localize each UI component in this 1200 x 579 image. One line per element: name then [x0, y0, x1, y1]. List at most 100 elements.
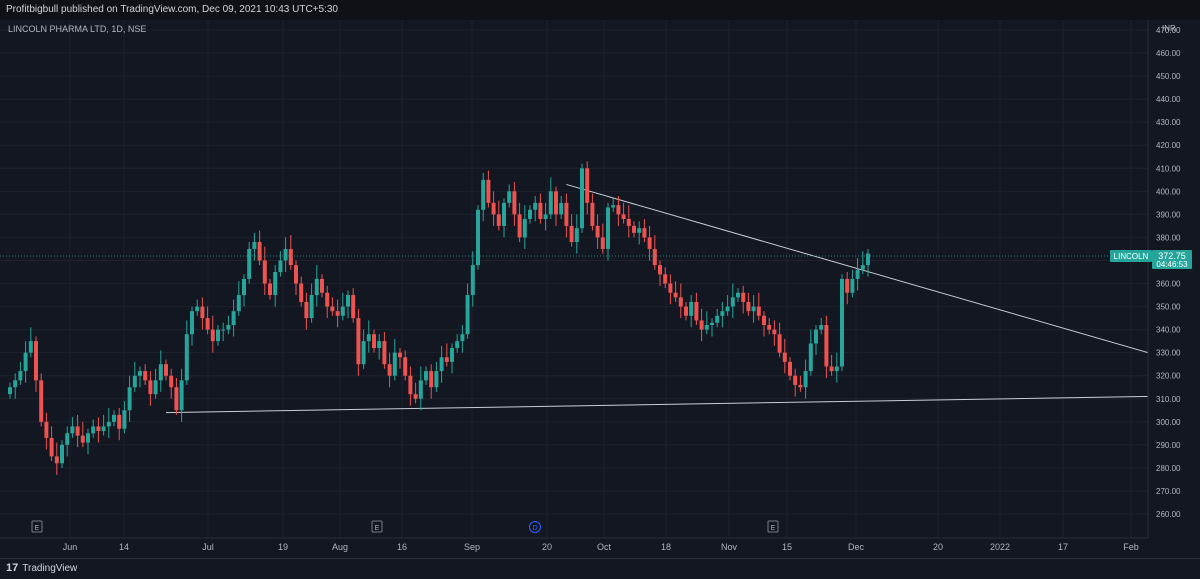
- candle-body: [600, 237, 605, 249]
- candle-body: [476, 209, 480, 266]
- candle-body: [340, 306, 345, 316]
- candle-body: [325, 292, 330, 307]
- event-marker-label: E: [35, 525, 40, 532]
- candle-body: [403, 357, 408, 376]
- candle-body: [678, 297, 683, 307]
- candle-body: [715, 315, 720, 323]
- candle-body: [184, 334, 189, 381]
- x-tick-label: Dec: [848, 542, 865, 552]
- candle-body: [621, 214, 626, 219]
- candle-body: [673, 292, 678, 298]
- candle-body: [548, 191, 553, 215]
- candle-body: [803, 371, 808, 388]
- candle-body: [257, 242, 262, 261]
- x-tick-label: 14: [119, 542, 129, 552]
- published-header: Profitbigbull published on TradingView.c…: [0, 0, 1200, 20]
- x-tick-label: Feb: [1123, 542, 1139, 552]
- candle-body: [580, 168, 584, 229]
- candle-body: [418, 380, 423, 399]
- y-tick-label: 460.00: [1156, 49, 1181, 58]
- candle-body: [850, 278, 855, 293]
- candlestick-chart[interactable]: 470.00460.00450.00440.00430.00420.00410.…: [0, 20, 1200, 558]
- candle-body: [101, 426, 106, 432]
- candle-body: [522, 218, 527, 238]
- grid: [0, 20, 1148, 538]
- candle-body: [720, 311, 725, 316]
- candle-body: [96, 426, 101, 432]
- x-tick-label: 20: [933, 542, 943, 552]
- candle-body: [751, 306, 756, 312]
- candle-body: [80, 435, 85, 443]
- tradingview-logo-icon: 17: [6, 562, 19, 574]
- candle-body: [262, 260, 267, 284]
- candle-body: [782, 352, 787, 362]
- tradingview-logo[interactable]: 17 TradingView: [6, 562, 77, 574]
- candle-body: [216, 329, 220, 342]
- candle-body: [283, 248, 288, 261]
- x-tick-label: 2022: [990, 542, 1010, 552]
- candle-body: [444, 357, 449, 362]
- candle-body: [361, 341, 366, 365]
- candle-body: [632, 225, 636, 233]
- y-tick-label: 350.00: [1156, 303, 1181, 312]
- candle-body: [424, 371, 428, 381]
- candle-body: [528, 209, 532, 219]
- x-tick-label: 16: [397, 542, 407, 552]
- event-marker-label: E: [375, 525, 380, 532]
- candle-body: [652, 248, 657, 266]
- candle-body: [268, 283, 272, 296]
- candle-body: [616, 205, 621, 215]
- candle-body: [481, 179, 486, 210]
- y-tick-label: 290.00: [1156, 441, 1181, 450]
- candle-body: [611, 205, 616, 208]
- y-tick-label: 380.00: [1156, 233, 1181, 242]
- candle-body: [689, 301, 694, 316]
- candle-body: [226, 325, 231, 330]
- candle-body: [320, 278, 324, 293]
- y-tick-label: 330.00: [1156, 349, 1181, 358]
- candle-body: [23, 352, 28, 372]
- candle-body: [210, 329, 215, 342]
- candle-body: [372, 334, 376, 349]
- candle-body: [382, 341, 387, 365]
- y-tick-label: 300.00: [1156, 418, 1181, 427]
- candle-body: [824, 325, 829, 367]
- candle-body: [585, 168, 590, 203]
- candle-body: [366, 334, 371, 342]
- x-tick-label: Jun: [63, 542, 78, 552]
- candle-body: [273, 272, 278, 296]
- candle-body: [299, 283, 304, 302]
- candle-body: [569, 225, 574, 243]
- time-axis: Jun 14 Jul 19 Aug 16 Sep 20 Oct 18 Nov 15 Dec 20 2022 1…: [63, 542, 1139, 552]
- candle-body: [112, 414, 116, 422]
- candle-body: [559, 202, 564, 215]
- candle-body: [595, 225, 600, 238]
- candle-body: [231, 311, 236, 326]
- candle-body: [450, 348, 454, 362]
- candle-body: [470, 265, 475, 296]
- candle-body: [314, 278, 319, 296]
- candle-body: [351, 295, 356, 319]
- candle-body: [288, 248, 293, 266]
- y-tick-label: 280.00: [1156, 464, 1181, 473]
- candle-body: [304, 301, 309, 319]
- candle-body: [91, 426, 96, 434]
- candle-body: [434, 371, 439, 388]
- candle-body: [845, 278, 850, 293]
- candle-body: [190, 311, 194, 335]
- candle-body: [106, 421, 111, 427]
- candle-body: [725, 306, 730, 312]
- candle-body: [819, 325, 824, 330]
- candle-body: [236, 295, 241, 312]
- candle-body: [507, 191, 512, 203]
- candle-body: [49, 437, 54, 457]
- y-tick-label: 400.00: [1156, 187, 1181, 196]
- x-tick-label: 18: [661, 542, 671, 552]
- x-tick-label: Jul: [202, 542, 214, 552]
- candle-body: [158, 364, 163, 381]
- y-tick-label: 450.00: [1156, 72, 1181, 81]
- candle-body: [195, 306, 200, 312]
- candle-body: [694, 301, 699, 321]
- candle-body: [606, 207, 610, 249]
- candle-body: [294, 265, 298, 284]
